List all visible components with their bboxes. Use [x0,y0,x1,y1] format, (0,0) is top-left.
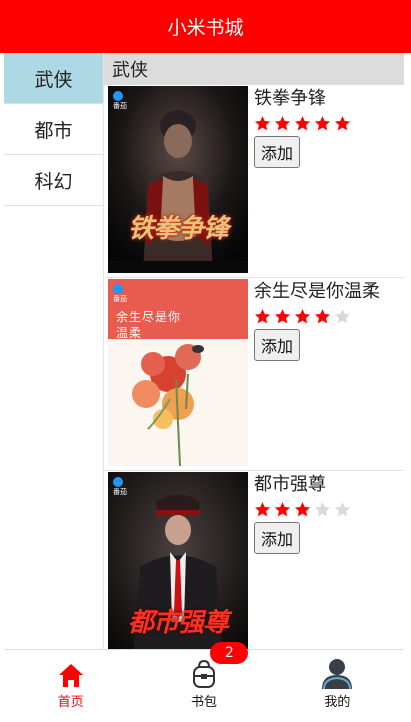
book-item: 番茄 铁拳争锋 铁拳争锋 添加 [104,85,404,278]
book-info: 铁拳争锋 添加 [248,85,351,277]
category-wuxia[interactable]: 武侠 [4,53,103,104]
star-rating [254,501,351,518]
book-cover[interactable]: 番茄 铁拳争锋 [108,86,248,273]
book-cover[interactable]: 番茄 余生尽是你温柔 [108,279,248,466]
add-button[interactable]: 添加 [254,329,301,361]
home-icon [58,664,83,687]
star-icon [334,309,351,324]
tab-label: 书包 [190,695,217,710]
book-info: 都市强尊 添加 [248,471,351,649]
user-icon [322,659,353,689]
add-button[interactable]: 添加 [254,522,301,554]
star-icon [274,309,291,324]
star-icon [314,309,331,324]
book-list-panel: 武侠 番茄 铁拳争锋 铁拳争锋 添加 番茄 余生尽是你温柔 余生尽是你温柔 添加… [104,53,404,649]
category-kehuan[interactable]: 科幻 [4,155,103,206]
star-icon [314,502,331,517]
category-label: 武侠 [34,68,73,91]
category-label: 科幻 [34,170,73,193]
cover-title: 余生尽是你温柔 [116,310,182,340]
star-icon [294,502,311,517]
cover-title: 铁拳争锋 [127,214,229,244]
cover-badge: 番茄 [113,91,127,111]
star-icon [274,502,291,517]
cover-title: 都市强尊 [127,608,229,638]
book-info: 余生尽是你温柔 添加 [248,278,380,470]
category-sidebar: 武侠 都市 科幻 [4,53,104,649]
tab-label: 首页 [57,695,84,710]
publisher-logo-icon [113,284,123,294]
star-icon [274,116,291,131]
star-icon [294,309,311,324]
section-title: 武侠 [104,53,404,85]
category-label: 都市 [34,119,73,142]
book-cover[interactable]: 番茄 都市强尊 [108,472,248,649]
tab-label: 我的 [324,695,351,710]
star-rating [254,115,351,132]
tab-bag[interactable]: 书包 2 [137,642,270,716]
book-item: 番茄 余生尽是你温柔 余生尽是你温柔 添加 [104,278,404,471]
star-icon [254,502,271,517]
book-item: 番茄 都市强尊 都市强尊 添加 [104,471,404,649]
add-button[interactable]: 添加 [254,136,301,168]
tab-profile[interactable]: 我的 [271,650,404,716]
star-icon [254,116,271,131]
cover-badge: 番茄 [113,284,127,304]
category-dushi[interactable]: 都市 [4,104,103,155]
publisher-logo-icon [113,477,123,487]
bag-icon [192,659,215,688]
app-header: 小米书城 [0,0,411,53]
cart-count-badge: 2 [210,642,249,664]
star-icon [254,309,271,324]
book-title: 铁拳争锋 [254,88,326,109]
star-icon [334,116,351,131]
tab-home[interactable]: 首页 [4,650,137,716]
star-icon [294,116,311,131]
cover-badge: 番茄 [113,477,127,497]
star-rating [254,308,380,325]
star-icon [314,116,331,131]
app-title: 小米书城 [167,17,244,39]
star-icon [334,502,351,517]
book-title: 余生尽是你温柔 [254,281,380,302]
publisher-logo-icon [113,91,123,101]
book-title: 都市强尊 [254,474,326,495]
bottom-tab-bar: 首页 书包 2 我的 [4,642,404,716]
